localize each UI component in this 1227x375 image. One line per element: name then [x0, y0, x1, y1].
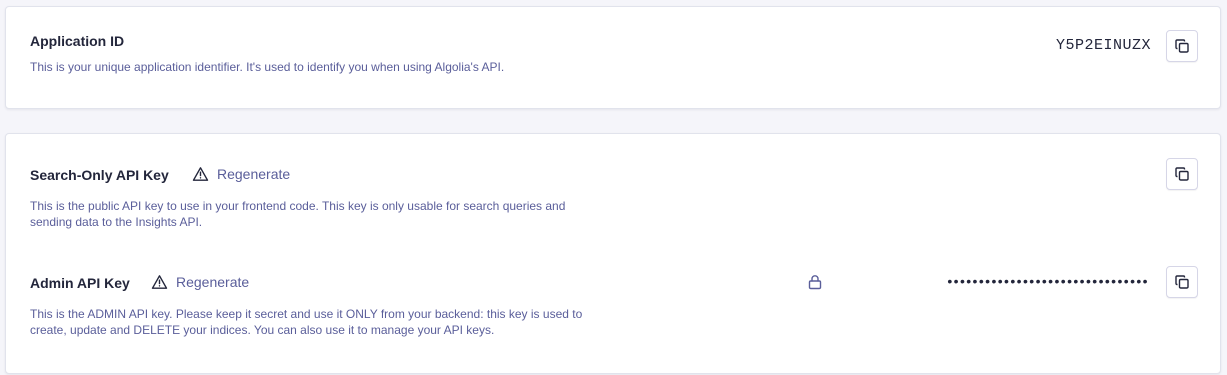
lock-icon[interactable] [807, 274, 823, 295]
admin-key-regenerate-label: Regenerate [176, 274, 250, 290]
admin-key-description: This is the ADMIN API key. Please keep i… [30, 306, 650, 338]
application-id-card: Application ID This is your unique appli… [5, 6, 1221, 109]
admin-key-description-line2: create, update and DELETE your indices. … [30, 323, 495, 337]
copy-icon [1175, 167, 1189, 181]
search-only-key-title: Search-Only API Key [30, 167, 169, 183]
copy-application-id-button[interactable] [1166, 30, 1198, 62]
copy-search-key-button[interactable] [1166, 158, 1198, 190]
search-key-description-line2: sending data to the Insights API. [30, 215, 203, 229]
copy-admin-key-button[interactable] [1166, 266, 1198, 298]
admin-key-description-line1: This is the ADMIN API key. Please keep i… [30, 307, 583, 321]
admin-key-masked-value: •••••••••••••••••••••••••••••••• [947, 273, 1149, 289]
search-key-regenerate-label: Regenerate [217, 166, 291, 182]
application-id-title: Application ID [30, 33, 125, 49]
admin-key-regenerate-button[interactable]: Regenerate [151, 274, 249, 290]
admin-key-title: Admin API Key [30, 275, 130, 291]
search-key-regenerate-button[interactable]: Regenerate [192, 166, 290, 182]
warning-icon [192, 167, 209, 181]
copy-icon [1175, 39, 1189, 53]
application-id-value: Y5P2EINUZX [1055, 37, 1151, 54]
application-id-description: This is your unique application identifi… [30, 60, 505, 74]
warning-icon [151, 275, 168, 289]
search-only-key-description: This is the public API key to use in you… [30, 198, 630, 230]
search-key-description-line1: This is the public API key to use in you… [30, 199, 566, 213]
api-keys-card: Search-Only API Key Regenerate This is t… [5, 133, 1221, 374]
copy-icon [1175, 275, 1189, 289]
